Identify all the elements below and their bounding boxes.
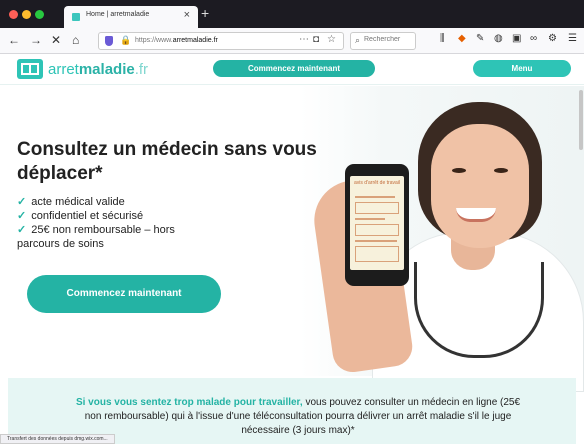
minimize-window-button[interactable]: [22, 10, 31, 19]
feature-item: ✓ confidentiel et sécurisé: [17, 210, 144, 222]
url-text[interactable]: https://www.arretmaladie.fr: [135, 37, 218, 44]
pen-icon[interactable]: ✎: [476, 33, 484, 44]
tab-title: Home | arretmaladie: [86, 11, 150, 18]
checkmark-icon: ✓: [17, 196, 27, 208]
doctor-eye: [452, 168, 466, 173]
close-icon[interactable]: ✕: [51, 33, 61, 47]
doctor-face: [431, 124, 529, 248]
feature-item: ✓ 25€ non remboursable – hors parcours de…: [17, 224, 175, 250]
pocket-icon[interactable]: ◘: [313, 34, 319, 45]
document-field: [355, 224, 399, 236]
document-line: [355, 240, 397, 242]
menu-button[interactable]: Menu: [473, 60, 571, 77]
address-bar[interactable]: 🔒 https://www.arretmaladie.fr ⋯ ◘ ☆: [98, 32, 344, 50]
tab-close-icon[interactable]: ×: [184, 9, 190, 21]
browser-tab-bar: Home | arretmaladie × +: [0, 0, 584, 28]
new-tab-button[interactable]: +: [201, 5, 209, 21]
hero-heading: Consultez un médecin sans vous déplacer*: [17, 139, 317, 184]
browser-tab[interactable]: Home | arretmaladie ×: [64, 6, 198, 28]
logo-icon[interactable]: [17, 59, 43, 79]
status-bar: Transfert des données depuis dmg.wix.com…: [0, 434, 115, 444]
more-icon[interactable]: ⋯: [299, 34, 309, 45]
zoom-window-button[interactable]: [35, 10, 44, 19]
feature-item: ✓ acte médical valide: [17, 196, 125, 208]
page-scrollbar[interactable]: [579, 90, 583, 150]
document-line: [355, 218, 385, 220]
info-text: Si vous vous sentez trop malade pour tra…: [75, 397, 521, 436]
document-line: [355, 196, 395, 198]
settings-icon[interactable]: ⚙: [548, 33, 557, 44]
shield-icon[interactable]: [105, 36, 113, 46]
back-arrow-icon[interactable]: ←: [8, 33, 20, 47]
home-icon[interactable]: ⌂: [72, 33, 79, 47]
screenshot-icon[interactable]: ▣: [512, 33, 521, 44]
link-icon[interactable]: ∞: [530, 33, 537, 44]
extension-icon[interactable]: ◆: [458, 33, 466, 44]
account-icon[interactable]: ◍: [494, 33, 503, 44]
site-favicon-icon: [72, 13, 80, 21]
feature-list: ✓ acte médical valide ✓ confidentiel et sé…: [17, 195, 217, 251]
phone-screen: avis d'arrêt de travail: [350, 176, 404, 270]
document-field: [355, 246, 399, 262]
checkmark-icon: ✓: [17, 210, 27, 222]
start-consultation-button[interactable]: Commencez maintenant: [27, 275, 221, 313]
browser-toolbar: ← → ✕ ⌂ 🔒 https://www.arretmaladie.fr ⋯ …: [0, 28, 584, 54]
close-window-button[interactable]: [9, 10, 18, 19]
search-box[interactable]: ⌕: [350, 32, 416, 50]
lock-icon[interactable]: 🔒: [120, 35, 131, 46]
hamburger-menu-icon[interactable]: ☰: [568, 33, 577, 44]
doctor-eye: [494, 168, 508, 173]
search-input[interactable]: [364, 36, 414, 43]
search-icon: ⌕: [355, 35, 361, 45]
site-logo[interactable]: arretmaladie.fr: [48, 61, 148, 78]
library-icon[interactable]: ⫼: [440, 33, 445, 44]
forward-arrow-icon[interactable]: →: [30, 33, 42, 47]
checkmark-icon: ✓: [17, 224, 27, 236]
header-start-button[interactable]: Commencez maintenant: [213, 60, 375, 77]
document-field: [355, 202, 399, 214]
bookmark-star-icon[interactable]: ☆: [327, 34, 336, 45]
